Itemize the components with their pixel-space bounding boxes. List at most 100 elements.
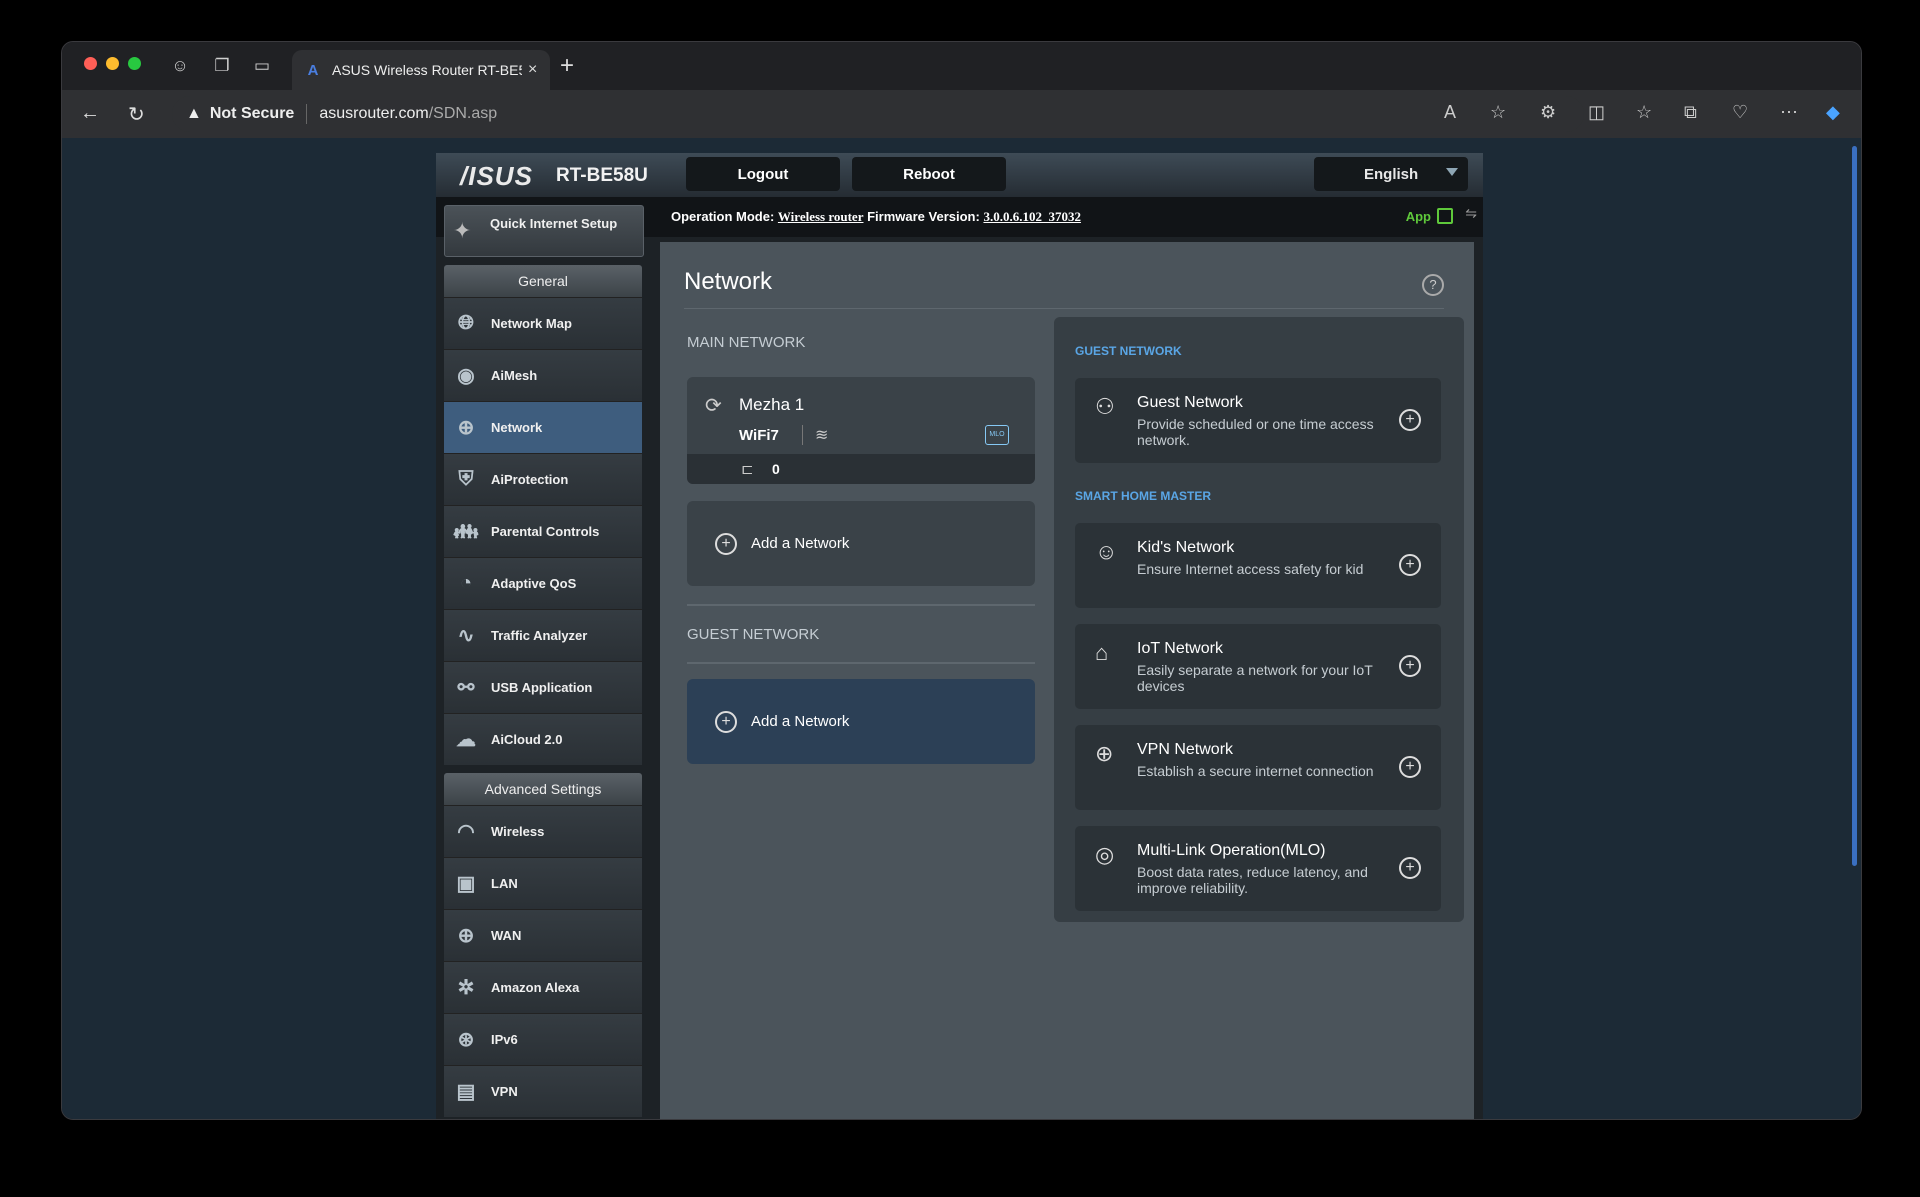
sidebar-item-lan[interactable]: ▣ LAN (444, 857, 642, 909)
copilot-icon[interactable]: ◆ (1826, 102, 1840, 123)
option-desc: Establish a secure internet connection (1137, 763, 1374, 779)
router-header: /ISUS RT-BE58U Logout Reboot English (436, 153, 1483, 197)
guest-network-header: GUEST NETWORK (1075, 344, 1182, 358)
help-icon[interactable]: ? (1422, 274, 1444, 296)
page-title: Network (684, 268, 773, 295)
mlo-icon: ◎ (1095, 842, 1115, 867)
sidebar-item-label: AiProtection (491, 472, 569, 487)
app-label[interactable]: App (1406, 209, 1431, 224)
wan-icon: ⊕ (457, 925, 475, 947)
option-desc: Easily separate a network for your IoT d… (1137, 662, 1373, 694)
more-icon[interactable]: ⋯ (1780, 102, 1798, 123)
asus-favicon-icon: A (307, 61, 319, 79)
add-iot-network-icon[interactable]: + (1399, 655, 1421, 677)
firmware-label: Firmware Version: (867, 209, 980, 224)
sidebar-item-adaptive-qos[interactable]: ◔ Adaptive QoS (444, 557, 642, 609)
network-name: Mezha 1 (739, 395, 805, 414)
sidebar-item-label: Parental Controls (491, 524, 600, 539)
reboot-button[interactable]: Reboot (852, 157, 1006, 191)
logout-button[interactable]: Logout (686, 157, 840, 191)
advanced-menu: Advanced Settings ◠ Wireless ▣ LAN ⊕ WAN ✲ A… (444, 773, 642, 1117)
new-tab-button[interactable]: + (560, 52, 574, 80)
sidebar-item-traffic-analyzer[interactable]: ∿ Traffic Analyzer (444, 609, 642, 661)
workspaces-icon[interactable]: ❐ (210, 54, 234, 78)
option-desc: Boost data rates, reduce latency, and im… (1137, 864, 1368, 896)
add-guest-network-icon[interactable]: + (1399, 409, 1421, 431)
scrollbar[interactable] (1852, 146, 1857, 866)
title-divider (684, 308, 1444, 309)
sidebar-item-label: USB Application (491, 680, 593, 695)
back-icon[interactable]: ← (80, 102, 100, 125)
mesh-icon: ◉ (457, 365, 475, 387)
favorite-star-icon[interactable]: ☆ (1490, 102, 1506, 123)
mlo-badge: MLO (985, 425, 1009, 445)
sidebar-item-parental-controls[interactable]: 👪︎ Parental Controls (444, 505, 642, 557)
device-count: 0 (772, 461, 780, 477)
add-mlo-network-icon[interactable]: + (1399, 857, 1421, 879)
profile-icon[interactable]: ☺ (168, 54, 192, 78)
health-icon[interactable]: ♡ (1732, 102, 1748, 123)
window-controls (84, 57, 141, 70)
collections-icon[interactable]: ⧉ (1684, 102, 1697, 123)
close-window-button[interactable] (84, 57, 97, 70)
iot-network-option[interactable]: ⌂ IoT Network Easily separate a network … (1075, 624, 1441, 709)
add-guest-network-button[interactable]: + Add a Network (687, 679, 1035, 764)
sidebar-item-usb-application[interactable]: ⚯ USB Application (444, 661, 642, 713)
operation-mode-link[interactable]: Wireless router (778, 209, 864, 224)
sidebar-item-wireless[interactable]: ◠ Wireless (444, 805, 642, 857)
pulse-icon: ∿ (457, 625, 475, 647)
tab-title: ASUS Wireless Router RT-BE58U (332, 62, 522, 78)
language-select[interactable]: English (1314, 157, 1468, 191)
globe-icon: 🌐︎ (458, 312, 474, 334)
sidebar-item-amazon-alexa[interactable]: ✲ Amazon Alexa (444, 961, 642, 1013)
sidebar-item-aiprotection[interactable]: ⛨ AiProtection (444, 453, 642, 505)
minimize-window-button[interactable] (106, 57, 119, 70)
sidebar-item-aicloud[interactable]: ☁ AiCloud 2.0 (444, 713, 642, 765)
sidebar-item-vpn[interactable]: ▤ VPN (444, 1065, 642, 1117)
kids-network-option[interactable]: ☺ Kid's Network Ensure Internet access s… (1075, 523, 1441, 608)
gauge-icon: ◔ (459, 572, 473, 594)
read-aloud-icon[interactable]: A (1444, 102, 1456, 123)
address-bar[interactable]: ▲ Not Secure asusrouter.com/SDN.asp (172, 96, 1584, 132)
maximize-window-button[interactable] (128, 57, 141, 70)
devices-icon: ⊏ (741, 461, 754, 478)
sidebar-item-wan[interactable]: ⊕ WAN (444, 909, 642, 961)
vpn-network-option[interactable]: ⊕ VPN Network Establish a secure interne… (1075, 725, 1441, 810)
sidebar-item-network[interactable]: ⊕ Network (444, 401, 642, 453)
badge-divider (802, 425, 803, 445)
refresh-icon[interactable]: ↻ (128, 102, 145, 127)
quick-internet-setup-button[interactable]: ✦ Quick Internet Setup (444, 205, 644, 257)
sidebar-item-label: WAN (491, 928, 522, 943)
security-label[interactable]: Not Secure (210, 105, 294, 123)
sidebar-item-ipv6[interactable]: ⊛ IPv6 (444, 1013, 642, 1065)
sidebar-item-aimesh[interactable]: ◉ AiMesh (444, 349, 642, 401)
sidebar-item-label: Network (491, 420, 543, 435)
mlo-network-option[interactable]: ◎ Multi-Link Operation(MLO) Boost data r… (1075, 826, 1441, 911)
plus-circle-icon: + (715, 532, 737, 555)
add-network-button[interactable]: + Add a Network (687, 501, 1035, 586)
vpn-globe-icon: ⊕ (1095, 741, 1114, 766)
router-ui: /ISUS RT-BE58U Logout Reboot English Ope… (436, 153, 1483, 1119)
tab-close-icon[interactable]: × (528, 61, 537, 79)
add-kids-network-icon[interactable]: + (1399, 554, 1421, 576)
option-title: Multi-Link Operation(MLO) (1137, 842, 1326, 859)
firmware-link[interactable]: 3.0.0.6.102_37032 (983, 209, 1081, 224)
add-vpn-network-icon[interactable]: + (1399, 756, 1421, 778)
alexa-icon: ✲ (457, 977, 475, 999)
guest-network-option[interactable]: ⚇ Guest Network Provide scheduled or one… (1075, 378, 1441, 463)
network-card-mezha[interactable]: ⟳ Mezha 1 WiFi7 ≋ MLO ⊏ 0 (687, 377, 1035, 484)
active-tab[interactable]: A ASUS Wireless Router RT-BE58U × (292, 50, 550, 90)
split-screen-icon[interactable]: ◫ (1588, 102, 1605, 123)
tab-actions-icon[interactable]: ▭ (250, 54, 274, 78)
operation-mode-label: Operation Mode: (671, 209, 775, 224)
favorites-icon[interactable]: ☆ (1636, 102, 1652, 123)
sidebar-item-network-map[interactable]: 🌐︎ Network Map (444, 297, 642, 349)
guest-icon: ⚇ (1095, 394, 1115, 419)
extensions-icon[interactable]: ⚙ (1540, 102, 1556, 123)
app-icon[interactable] (1437, 208, 1453, 224)
asus-logo: /ISUS (460, 161, 533, 191)
family-icon: 👪︎ (453, 521, 479, 543)
vpn-icon: ▤ (456, 1081, 476, 1103)
sidebar-item-label: AiCloud 2.0 (491, 732, 563, 747)
usb-status-icon[interactable]: ⇋ (1465, 205, 1477, 222)
